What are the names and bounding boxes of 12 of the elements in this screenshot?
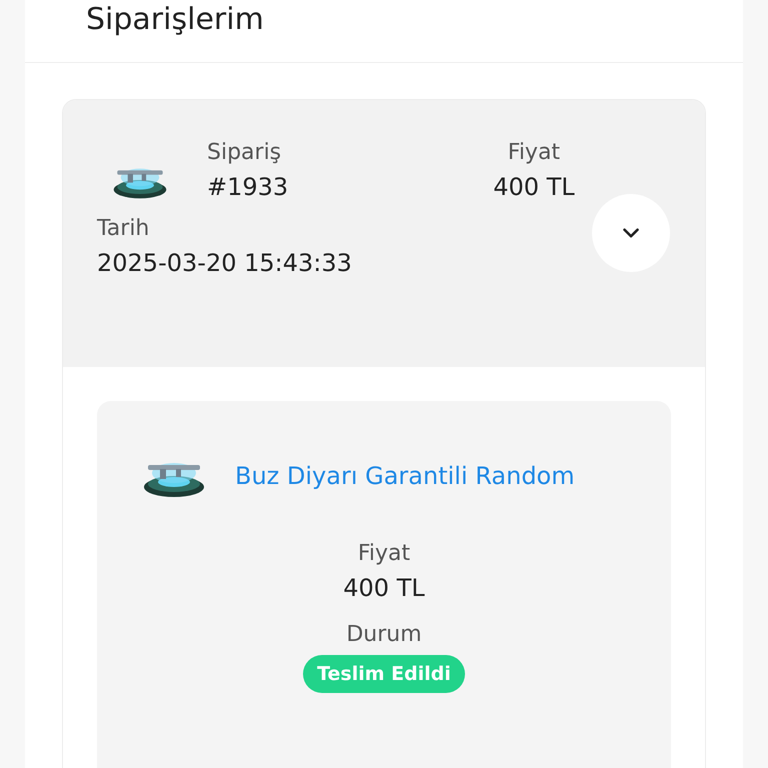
- price-value: 400 TL: [343, 574, 425, 602]
- product-link[interactable]: Buz Diyarı Garantili Random: [235, 462, 575, 490]
- price-label: Fiyat: [508, 140, 560, 165]
- date-value: 2025-03-20 15:43:33: [97, 249, 352, 277]
- order-number: #1933: [207, 173, 288, 201]
- status-badge: Teslim Edildi: [303, 655, 465, 693]
- order-label: Sipariş: [207, 140, 282, 165]
- page-title: Siparişlerim: [86, 1, 265, 39]
- price-value: 400 TL: [493, 173, 575, 201]
- price-label: Fiyat: [358, 541, 410, 566]
- date-label: Tarih: [97, 216, 150, 241]
- status-label: Durum: [346, 622, 422, 647]
